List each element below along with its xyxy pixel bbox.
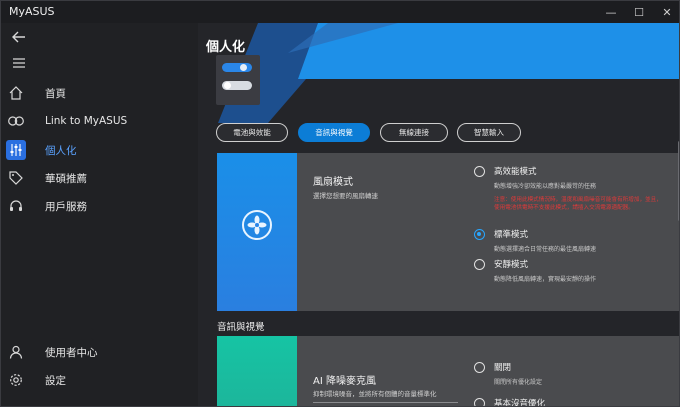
sidebar-item-settings[interactable]: 設定 [1, 367, 198, 393]
header-banner [218, 23, 679, 123]
app-window: MyASUS — ☐ ✕ 首頁 Link to MyASUS 個人化 華碩推薦 … [0, 0, 680, 407]
option-description: 動態選擇適合日常任務的最佳風扇轉速 [494, 246, 597, 253]
ai-card-stripe [217, 336, 297, 406]
sidebar-item-label: 華碩推薦 [45, 172, 87, 185]
app-title: MyASUS [9, 5, 55, 18]
warning-text: 注意：使用此模式情況時，溫度和風扇噪音可能會有所增加，並且，使用電池供電時不支援… [494, 197, 662, 211]
radio-off[interactable] [474, 362, 485, 373]
radio-high-performance[interactable] [474, 166, 485, 177]
user-icon [8, 344, 24, 360]
fan-card-stripe [217, 153, 297, 311]
sidebar-item-label: 個人化 [45, 144, 77, 157]
sidebar-item-label: Link to MyASUS [45, 115, 128, 127]
radio-standard[interactable] [474, 229, 485, 240]
back-arrow-icon[interactable] [9, 27, 29, 47]
tab-battery-performance[interactable]: 電池與效能 [216, 123, 288, 142]
ai-noise-mic-card: AI 降噪麥克風 抑制環境噪音，並將所有個體的音量標準化 關閉 關閉所有優化設定… [217, 336, 679, 407]
page-title: 個人化 [206, 40, 246, 55]
radio-basic-optimization[interactable] [474, 398, 485, 406]
fan-icon [242, 210, 272, 240]
sidebar-item-customer-service[interactable]: 用戶服務 [1, 193, 198, 219]
maximize-button[interactable]: ☐ [625, 1, 653, 23]
main-content: 個人化 電池與效能 音訊與視覺 無線連接 智慧輸入 風扇模式 選擇您想要的風扇轉… [198, 23, 679, 407]
sidebar-item-user-center[interactable]: 使用者中心 [1, 339, 198, 365]
tag-icon [8, 170, 24, 186]
option-label: 標準模式 [494, 230, 529, 240]
section-heading-audio-visual: 音訊與視覺 [217, 322, 265, 333]
option-label: 安靜模式 [494, 260, 529, 270]
sidebar-item-link-to-myasus[interactable]: Link to MyASUS [1, 108, 198, 134]
option-description: 關閉所有優化設定 [494, 379, 543, 386]
sliders-icon [6, 140, 26, 160]
tab-audio-visual[interactable]: 音訊與視覺 [298, 123, 370, 142]
headset-icon [8, 198, 24, 214]
sidebar-item-customization[interactable]: 個人化 [1, 137, 198, 163]
sidebar-item-label: 設定 [45, 374, 66, 387]
radio-quiet[interactable] [474, 259, 485, 270]
fan-mode-title: 風扇模式 [313, 177, 353, 188]
customization-illustration [216, 55, 260, 111]
close-button[interactable]: ✕ [653, 1, 679, 23]
sidebar-item-label: 使用者中心 [45, 346, 98, 359]
gear-icon [8, 372, 24, 388]
fan-mode-description: 選擇您想要的風扇轉速 [313, 192, 378, 200]
ai-noise-mic-description: 抑制環境噪音，並將所有個體的音量標準化 [313, 390, 437, 398]
sidebar-item-home[interactable]: 首頁 [1, 80, 198, 106]
tab-wireless[interactable]: 無線連接 [380, 123, 448, 142]
title-bar: MyASUS — ☐ ✕ [1, 1, 679, 23]
option-description: 動態降低風扇轉速，實現最安靜的操作 [494, 276, 597, 283]
home-icon [8, 85, 24, 101]
sidebar: 首頁 Link to MyASUS 個人化 華碩推薦 用戶服務 使用者中心 設定 [1, 23, 198, 406]
link-icon [8, 113, 24, 129]
tab-smart-input[interactable]: 智慧輸入 [457, 123, 521, 142]
option-label: 高效能模式 [494, 167, 537, 177]
option-label: 關閉 [494, 363, 512, 373]
minimize-button[interactable]: — [597, 1, 625, 23]
fan-mode-card: 風扇模式 選擇您想要的風扇轉速 高效能模式 動態增強冷卻效能以應對最嚴苛的任務 … [217, 153, 679, 311]
ai-description-underline [313, 402, 458, 403]
ai-noise-mic-title: AI 降噪麥克風 [313, 376, 376, 387]
sidebar-item-label: 用戶服務 [45, 200, 87, 213]
option-label: 基本沒音優化 [494, 399, 546, 407]
sidebar-item-recommendations[interactable]: 華碩推薦 [1, 165, 198, 191]
hamburger-menu-icon[interactable] [9, 53, 29, 73]
option-description: 動態增強冷卻效能以應對最嚴苛的任務 [494, 183, 597, 190]
sidebar-item-label: 首頁 [45, 87, 66, 100]
